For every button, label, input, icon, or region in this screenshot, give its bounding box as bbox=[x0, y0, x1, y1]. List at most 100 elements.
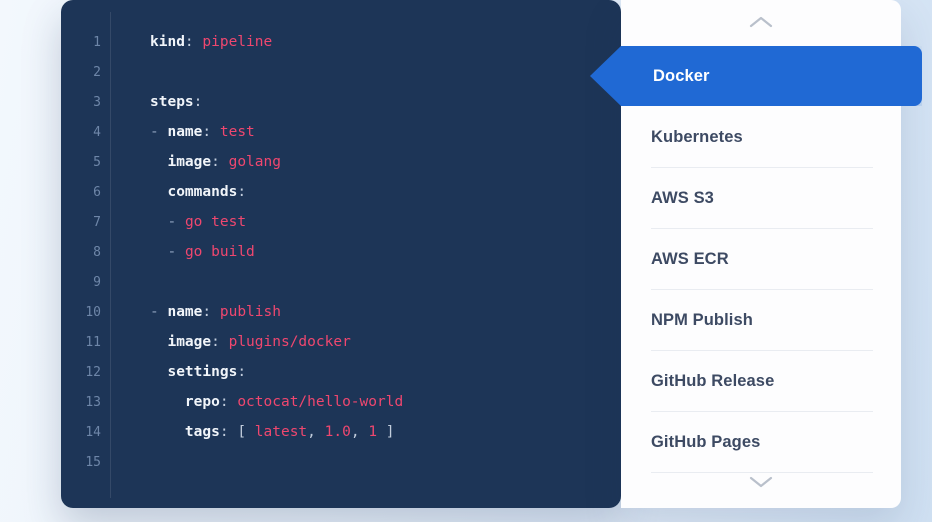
code-token-punct: : bbox=[184, 34, 203, 50]
scroll-down-button[interactable] bbox=[621, 460, 901, 504]
line-number: 11 bbox=[85, 334, 101, 350]
code-token-key: tags bbox=[184, 424, 220, 440]
code-line: 6 commands: bbox=[61, 177, 621, 207]
line-number: 12 bbox=[85, 364, 101, 380]
list-item[interactable]: NPM Publish bbox=[621, 290, 901, 351]
code-token-punct: : bbox=[237, 364, 247, 380]
list-item[interactable]: AWS ECR bbox=[621, 229, 901, 290]
code-token-val: octocat/hello-world bbox=[237, 394, 404, 410]
code-token-punct: : bbox=[211, 154, 229, 170]
code-line-text: image: golang bbox=[101, 154, 281, 170]
plugin-list: Docker Kubernetes AWS S3 AWS ECR NPM Publish… bbox=[590, 46, 922, 473]
code-token-punct: : bbox=[237, 184, 247, 200]
code-token-punct: : bbox=[219, 424, 238, 440]
code-token-cmd: go build bbox=[184, 244, 255, 260]
code-token-punct: : bbox=[202, 304, 220, 320]
line-number: 8 bbox=[93, 244, 101, 260]
code-line-text: repo: octocat/hello-world bbox=[101, 394, 403, 410]
code-token-key: name bbox=[167, 304, 203, 320]
code-token-dash: - bbox=[167, 244, 185, 260]
code-token-punct: , bbox=[350, 424, 369, 440]
page-root: 1 kind: pipeline 2 3 steps: 4- name: test 5 im… bbox=[0, 0, 932, 522]
code-line: 12 settings: bbox=[61, 357, 621, 387]
line-number: 13 bbox=[85, 394, 101, 410]
code-token-key: image bbox=[167, 334, 212, 350]
code-token-punct: : bbox=[211, 334, 229, 350]
code-line-text: settings: bbox=[101, 364, 246, 380]
code-token-punct: : bbox=[202, 124, 220, 140]
code-line: 13 repo: octocat/hello-world bbox=[61, 387, 621, 417]
chevron-up-icon bbox=[749, 15, 773, 29]
list-item[interactable]: Docker bbox=[590, 46, 922, 107]
code-token-key: image bbox=[167, 154, 212, 170]
code-token-punct: , bbox=[307, 424, 325, 440]
code-line: 2 bbox=[61, 57, 621, 87]
code-token-punct: : bbox=[219, 394, 238, 410]
code-line-text: commands: bbox=[101, 184, 246, 200]
code-line-text: - name: test bbox=[101, 124, 255, 140]
code-token-val: publish bbox=[219, 304, 281, 320]
code-line: 8 - go build bbox=[61, 237, 621, 267]
line-number: 5 bbox=[93, 154, 101, 170]
list-item-label: AWS ECR bbox=[651, 250, 729, 268]
code-line: 5 image: golang bbox=[61, 147, 621, 177]
code-line-text: image: plugins/docker bbox=[101, 334, 351, 350]
code-editor[interactable]: 1 kind: pipeline 2 3 steps: 4- name: test 5 im… bbox=[61, 0, 621, 508]
code-token-dash: - bbox=[150, 304, 168, 320]
code-line-text: kind: pipeline bbox=[101, 34, 272, 50]
code-token-punct: [ bbox=[237, 424, 255, 440]
code-line-text: steps: bbox=[101, 94, 202, 110]
code-token-val: test bbox=[219, 124, 255, 140]
list-item-label: NPM Publish bbox=[651, 311, 753, 329]
line-number: 2 bbox=[93, 64, 101, 80]
list-item[interactable]: Kubernetes bbox=[621, 107, 901, 168]
code-line-text: - go test bbox=[101, 214, 246, 230]
line-number: 4 bbox=[93, 124, 101, 140]
list-item-label: GitHub Release bbox=[651, 372, 775, 390]
code-token-dash: - bbox=[150, 124, 168, 140]
code-line: 11 image: plugins/docker bbox=[61, 327, 621, 357]
code-line-text: - go build bbox=[101, 244, 255, 260]
code-line: 14 tags: [ latest, 1.0, 1 ] bbox=[61, 417, 621, 447]
code-token-val: plugins/docker bbox=[228, 334, 351, 350]
code-line: 1 kind: pipeline bbox=[61, 27, 621, 57]
line-number: 14 bbox=[85, 424, 101, 440]
code-line-text: tags: [ latest, 1.0, 1 ] bbox=[101, 424, 395, 440]
code-token-val: latest bbox=[254, 424, 308, 440]
code-token-val: 1.0 bbox=[324, 424, 351, 440]
line-number: 9 bbox=[93, 274, 101, 290]
code-line: 7 - go test bbox=[61, 207, 621, 237]
list-item-label: GitHub Pages bbox=[651, 433, 761, 451]
code-token-val: pipeline bbox=[202, 34, 273, 50]
scroll-up-button[interactable] bbox=[621, 0, 901, 44]
code-token-punct: ] bbox=[377, 424, 395, 440]
code-token-dash: - bbox=[167, 214, 185, 230]
code-panel: 1 kind: pipeline 2 3 steps: 4- name: test 5 im… bbox=[61, 0, 621, 508]
code-token-val: golang bbox=[228, 154, 281, 170]
list-item[interactable]: GitHub Release bbox=[621, 351, 901, 412]
line-number: 1 bbox=[93, 34, 101, 50]
code-token-cmd: go test bbox=[184, 214, 247, 230]
list-item-label: AWS S3 bbox=[651, 189, 714, 207]
line-number: 15 bbox=[85, 454, 101, 470]
code-token-punct: : bbox=[193, 94, 203, 110]
line-number: 3 bbox=[93, 94, 101, 110]
code-line: 9 bbox=[61, 267, 621, 297]
code-token-val: 1 bbox=[368, 424, 378, 440]
list-item[interactable]: AWS S3 bbox=[621, 168, 901, 229]
code-line-list: 1 kind: pipeline 2 3 steps: 4- name: test 5 im… bbox=[61, 27, 621, 477]
list-item-label: Kubernetes bbox=[651, 128, 743, 146]
code-line: 3 steps: bbox=[61, 87, 621, 117]
code-line: 4- name: test bbox=[61, 117, 621, 147]
code-token-key: repo bbox=[184, 394, 220, 410]
code-token-key: settings bbox=[167, 364, 238, 380]
line-number: 10 bbox=[85, 304, 101, 320]
